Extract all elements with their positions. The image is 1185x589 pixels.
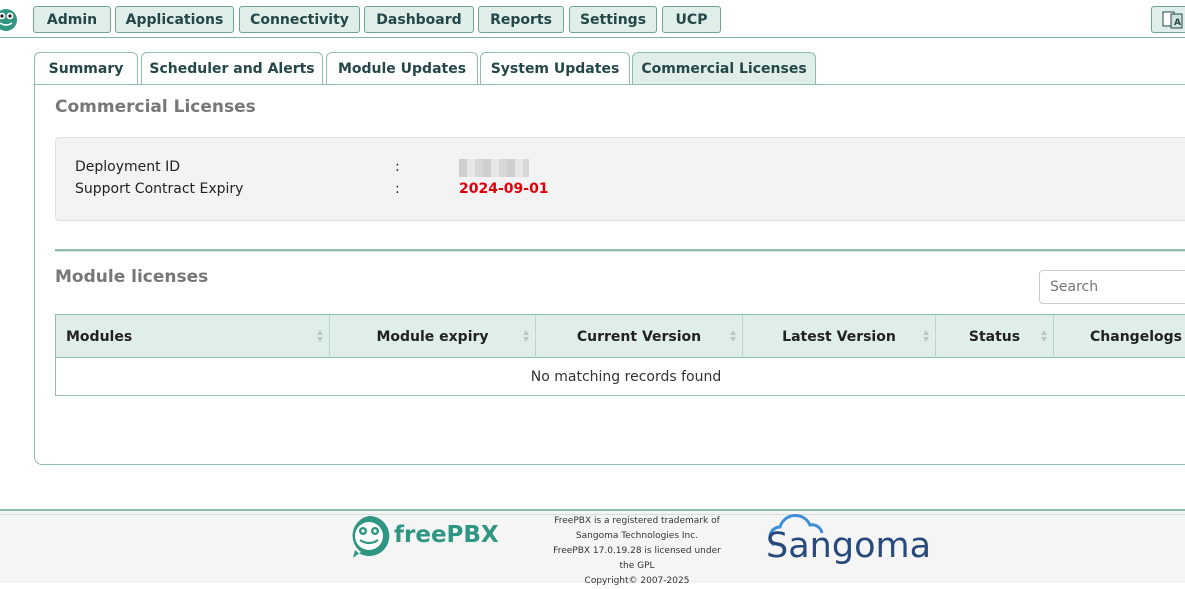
module-licenses-table: Modules Module expiry Current Version La… — [55, 314, 1185, 396]
legal-line: FreePBX is a registered trademark of — [554, 516, 720, 526]
section-divider — [55, 249, 1185, 252]
nav-admin[interactable]: Admin — [33, 6, 111, 33]
nav-ucp[interactable]: UCP — [662, 6, 721, 33]
freepbx-footer-logo-icon[interactable] — [347, 514, 391, 560]
nav-applications[interactable]: Applications — [115, 6, 234, 33]
sort-icon — [317, 330, 323, 342]
license-info-box — [55, 137, 1185, 221]
search-input[interactable] — [1039, 270, 1185, 304]
support-expiry-value: 2024-09-01 — [459, 181, 549, 197]
legal-line: Copyright© 2007-2025 — [584, 576, 690, 586]
sangoma-logo[interactable]: Sangoma — [760, 513, 940, 573]
empty-table-message: No matching records found — [530, 369, 722, 385]
tab-module-updates[interactable]: Module Updates — [326, 52, 478, 85]
footer-legal-text: FreePBX is a registered trademark of San… — [547, 514, 727, 589]
table-header: Modules Module expiry Current Version La… — [56, 315, 1185, 358]
deployment-id-colon: : — [395, 159, 400, 175]
page-title: Commercial Licenses — [55, 97, 256, 117]
nav-dashboard[interactable]: Dashboard — [364, 6, 474, 33]
col-changelogs[interactable]: Changelogs — [1054, 315, 1185, 358]
nav-settings[interactable]: Settings — [569, 6, 657, 33]
col-latest-version[interactable]: Latest Version — [743, 315, 936, 358]
language-button[interactable]: A — [1151, 6, 1185, 33]
col-modules[interactable]: Modules — [56, 315, 330, 358]
sort-icon — [523, 330, 529, 342]
tab-commercial-licenses[interactable]: Commercial Licenses — [632, 52, 816, 85]
legal-line: Sangoma Technologies Inc. — [575, 531, 699, 541]
tab-system-updates[interactable]: System Updates — [480, 52, 630, 85]
freepbx-frog-logo-icon[interactable] — [0, 7, 22, 33]
col-latest-version-label: Latest Version — [782, 328, 896, 345]
col-modules-label: Modules — [66, 328, 133, 345]
col-status-label: Status — [968, 328, 1021, 345]
support-expiry-label: Support Contract Expiry — [75, 181, 244, 197]
sangoma-text: Sangoma — [766, 526, 931, 566]
col-module-expiry-label: Module expiry — [376, 328, 489, 345]
sangoma-cloud-icon: Sangoma — [766, 514, 931, 566]
sort-icon — [1041, 330, 1047, 342]
col-current-version[interactable]: Current Version — [536, 315, 743, 358]
freepbx-brand-text: freePBX — [394, 522, 499, 548]
col-module-expiry[interactable]: Module expiry — [330, 315, 536, 358]
module-licenses-title: Module licenses — [55, 267, 209, 287]
translate-icon: A — [1162, 11, 1183, 29]
legal-line: FreePBX 17.0.19.28 is licensed under — [553, 546, 721, 556]
svg-text:A: A — [1174, 18, 1181, 28]
col-status[interactable]: Status — [936, 315, 1054, 358]
deployment-id-value-redacted — [459, 159, 529, 177]
nav-reports[interactable]: Reports — [478, 6, 564, 33]
sort-icon — [730, 330, 736, 342]
col-changelogs-label: Changelogs — [1090, 328, 1182, 345]
deployment-id-label: Deployment ID — [75, 159, 180, 175]
legal-line: the GPL — [619, 561, 655, 571]
nav-connectivity[interactable]: Connectivity — [239, 6, 360, 33]
top-navbar: Admin Applications Connectivity Dashboar… — [0, 0, 1185, 38]
tab-scheduler-and-alerts[interactable]: Scheduler and Alerts — [141, 52, 323, 85]
sort-icon — [923, 330, 929, 342]
col-current-version-label: Current Version — [576, 328, 702, 345]
tab-summary[interactable]: Summary — [34, 52, 138, 85]
support-expiry-colon: : — [395, 181, 400, 197]
